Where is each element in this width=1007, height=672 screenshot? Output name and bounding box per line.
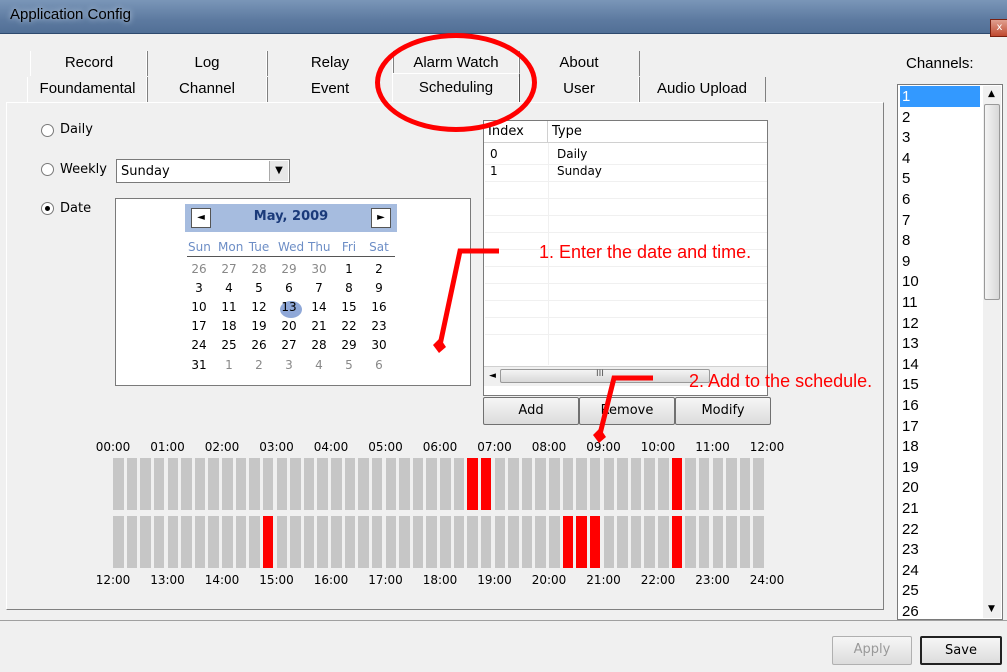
step2-pointer-line <box>597 375 653 435</box>
step1-pointer-head <box>433 338 446 353</box>
step1-pointer-line <box>437 248 499 346</box>
step2-pointer-head <box>593 428 606 443</box>
annotation-arrows <box>433 248 653 443</box>
